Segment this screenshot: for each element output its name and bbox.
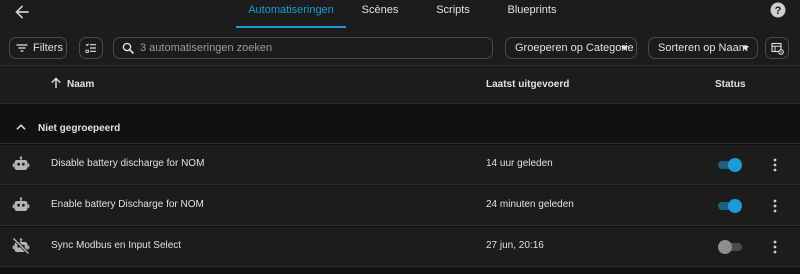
enable-toggle[interactable] bbox=[718, 199, 744, 213]
group-label: Niet gegroepeerd bbox=[38, 123, 121, 134]
automation-name: Sync Modbus en Input Select bbox=[51, 240, 182, 251]
back-button[interactable] bbox=[12, 2, 32, 22]
enable-toggle[interactable] bbox=[718, 240, 744, 254]
tab-label: Automatiseringen bbox=[248, 4, 334, 16]
dots-vertical-icon bbox=[767, 198, 783, 214]
dots-vertical-icon bbox=[767, 157, 783, 173]
toggle-knob bbox=[718, 240, 732, 254]
overflow-menu-button[interactable] bbox=[767, 198, 783, 214]
group-header-row[interactable]: Niet gegroepeerd bbox=[0, 104, 800, 144]
tab-scripts[interactable]: Scripts bbox=[428, 0, 478, 28]
filter-icon bbox=[16, 42, 28, 54]
tab-blueprints[interactable]: Blueprints bbox=[500, 0, 564, 28]
caret-down-icon bbox=[621, 46, 628, 51]
filters-button[interactable]: Filters bbox=[9, 37, 67, 59]
table-header: Naam Laatst uitgevoerd Status bbox=[0, 66, 800, 104]
enable-toggle[interactable] bbox=[718, 158, 744, 172]
caret-down-icon bbox=[742, 46, 749, 51]
arrow-up-icon bbox=[50, 77, 62, 89]
table-row[interactable]: Sync Modbus en Input Select 27 jun, 20:1… bbox=[0, 227, 800, 267]
help-button[interactable]: ? bbox=[770, 2, 786, 18]
group-by-label: Groeperen op Categorie bbox=[515, 42, 634, 54]
tab-automatiseringen[interactable]: Automatiseringen bbox=[236, 0, 346, 28]
search-field[interactable] bbox=[113, 37, 493, 59]
toolbar: Filters Groeperen op Categorie Sorteren … bbox=[0, 28, 800, 66]
chevron-up-icon bbox=[16, 124, 26, 130]
filters-label: Filters bbox=[33, 42, 63, 54]
checklist-icon bbox=[85, 42, 97, 54]
last-run: 27 jun, 20:16 bbox=[486, 240, 544, 251]
select-mode-button[interactable] bbox=[79, 37, 103, 59]
tab-scenes[interactable]: Scènes bbox=[350, 0, 410, 28]
group-by-dropdown[interactable]: Groeperen op Categorie bbox=[505, 37, 637, 59]
toggle-knob bbox=[728, 158, 742, 172]
dots-vertical-icon bbox=[767, 239, 783, 255]
automation-name: Disable battery discharge for NOM bbox=[51, 158, 205, 169]
help-circle-icon: ? bbox=[770, 2, 786, 18]
tab-label: Blueprints bbox=[507, 4, 557, 16]
toggle-knob bbox=[728, 199, 742, 213]
last-run: 24 minuten geleden bbox=[486, 199, 574, 210]
search-input[interactable] bbox=[140, 42, 480, 54]
overflow-menu-button[interactable] bbox=[767, 157, 783, 173]
column-header-name: Naam bbox=[67, 79, 95, 90]
column-header-last-run[interactable]: Laatst uitgevoerd bbox=[486, 79, 569, 90]
overflow-menu-button[interactable] bbox=[767, 239, 783, 255]
table-row[interactable]: Disable battery discharge for NOM 14 uur… bbox=[0, 145, 800, 185]
sort-by-dropdown[interactable]: Sorteren op Naam bbox=[648, 37, 758, 59]
tab-label: Scènes bbox=[361, 4, 399, 16]
column-settings-button[interactable] bbox=[765, 37, 789, 59]
svg-text:?: ? bbox=[775, 5, 782, 17]
arrow-left-icon bbox=[12, 2, 32, 22]
robot-icon bbox=[12, 196, 30, 214]
automation-name: Enable battery Discharge for NOM bbox=[51, 199, 204, 210]
robot-off-icon bbox=[12, 237, 30, 255]
sort-by-label: Sorteren op Naam bbox=[658, 42, 748, 54]
top-app-bar: Automatiseringen Scènes Scripts Blueprin… bbox=[0, 0, 800, 28]
tab-label: Scripts bbox=[436, 4, 470, 16]
table-cog-icon bbox=[770, 42, 784, 55]
table-row[interactable]: Enable battery Discharge for NOM 24 minu… bbox=[0, 186, 800, 226]
search-icon bbox=[122, 42, 134, 54]
last-run: 14 uur geleden bbox=[486, 158, 553, 169]
robot-icon bbox=[12, 155, 30, 173]
column-header-status: Status bbox=[715, 79, 746, 90]
